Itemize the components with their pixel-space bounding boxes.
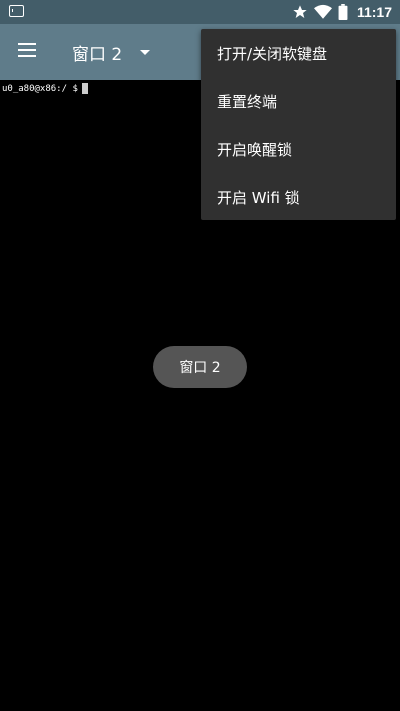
prompt-text: u0_a80@x86:/ $ — [2, 83, 78, 94]
terminal-notification-icon — [9, 5, 24, 17]
prompt-line: u0_a80@x86:/ $ — [2, 83, 88, 94]
status-time: 11:17 — [356, 4, 392, 20]
hamburger-menu-icon[interactable] — [18, 43, 38, 61]
status-icons: 11:17 — [292, 0, 392, 24]
overflow-menu: 打开/关闭软键盘 重置终端 开启唤醒锁 开启 Wifi 锁 — [201, 29, 396, 220]
window-selector[interactable]: 窗口 2 — [72, 38, 151, 66]
menu-item-wake-lock[interactable]: 开启唤醒锁 — [201, 125, 396, 173]
toast-text: 窗口 2 — [179, 360, 221, 376]
star-icon — [293, 5, 307, 18]
battery-icon — [338, 4, 348, 20]
status-bar: 11:17 — [0, 0, 400, 24]
wifi-icon — [313, 4, 332, 19]
dropdown-arrow-icon — [140, 49, 151, 55]
menu-item-label: 开启唤醒锁 — [217, 140, 293, 159]
terminal-cursor — [81, 83, 88, 94]
menu-item-label: 开启 Wifi 锁 — [217, 188, 300, 207]
window-title: 窗口 2 — [72, 44, 123, 65]
menu-item-wifi-lock[interactable]: 开启 Wifi 锁 — [201, 173, 396, 221]
menu-item-label: 重置终端 — [217, 92, 278, 111]
menu-item-label: 打开/关闭软键盘 — [217, 44, 328, 63]
menu-item-toggle-keyboard[interactable]: 打开/关闭软键盘 — [201, 29, 396, 77]
menu-item-reset-terminal[interactable]: 重置终端 — [201, 77, 396, 125]
toast: 窗口 2 — [153, 346, 247, 388]
